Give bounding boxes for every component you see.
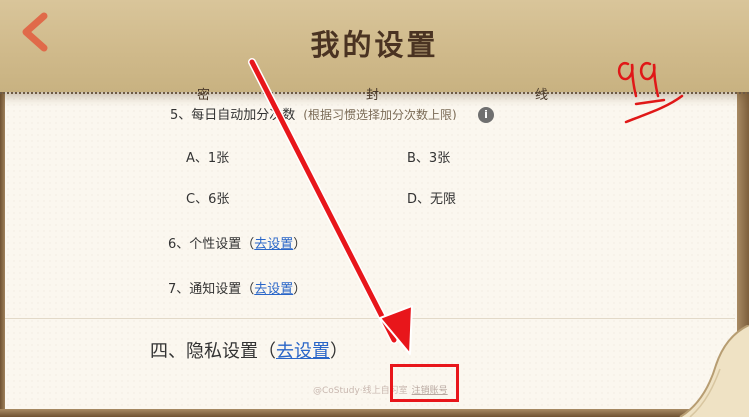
privacy-section-title: 四、隐私设置（去设置）: [150, 337, 348, 363]
highlight-box: [390, 364, 459, 402]
personalization-label: 6、个性设置（: [168, 237, 255, 252]
privacy-link[interactable]: 去设置: [276, 341, 330, 362]
option-d[interactable]: D、无限: [407, 188, 456, 207]
option-b[interactable]: B、3张: [407, 147, 450, 166]
seal-char-feng: 封: [366, 88, 380, 103]
option-c[interactable]: C、6张: [186, 188, 229, 207]
seal-char-mi: 密: [197, 88, 211, 103]
notification-setting-row: 7、通知设置（去设置）: [168, 278, 306, 297]
notification-label: 7、通知设置（: [168, 282, 255, 297]
seal-char-xian: 线: [535, 88, 549, 103]
question-5-hint: (根据习惯选择加分次数上限): [303, 108, 457, 120]
personalization-link[interactable]: 去设置: [254, 237, 293, 252]
section-divider: [5, 318, 735, 319]
info-icon[interactable]: i: [478, 107, 494, 123]
notification-link[interactable]: 去设置: [254, 282, 293, 297]
page-curl-icon: [679, 325, 749, 417]
handwritten-score: 99: [617, 61, 684, 124]
question-5-label: 5、每日自动加分次数: [170, 108, 296, 120]
personalization-setting-row: 6、个性设置（去设置）: [168, 233, 306, 252]
personalization-close: ）: [293, 237, 307, 252]
option-a[interactable]: A、1张: [186, 147, 229, 166]
notification-close: ）: [293, 282, 307, 297]
paper-edge-bottom: [0, 409, 749, 417]
privacy-close: ）: [330, 341, 348, 362]
privacy-label: 四、隐私设置（: [150, 341, 276, 362]
question-5-text: 5、每日自动加分次数 (根据习惯选择加分次数上限): [170, 104, 490, 120]
